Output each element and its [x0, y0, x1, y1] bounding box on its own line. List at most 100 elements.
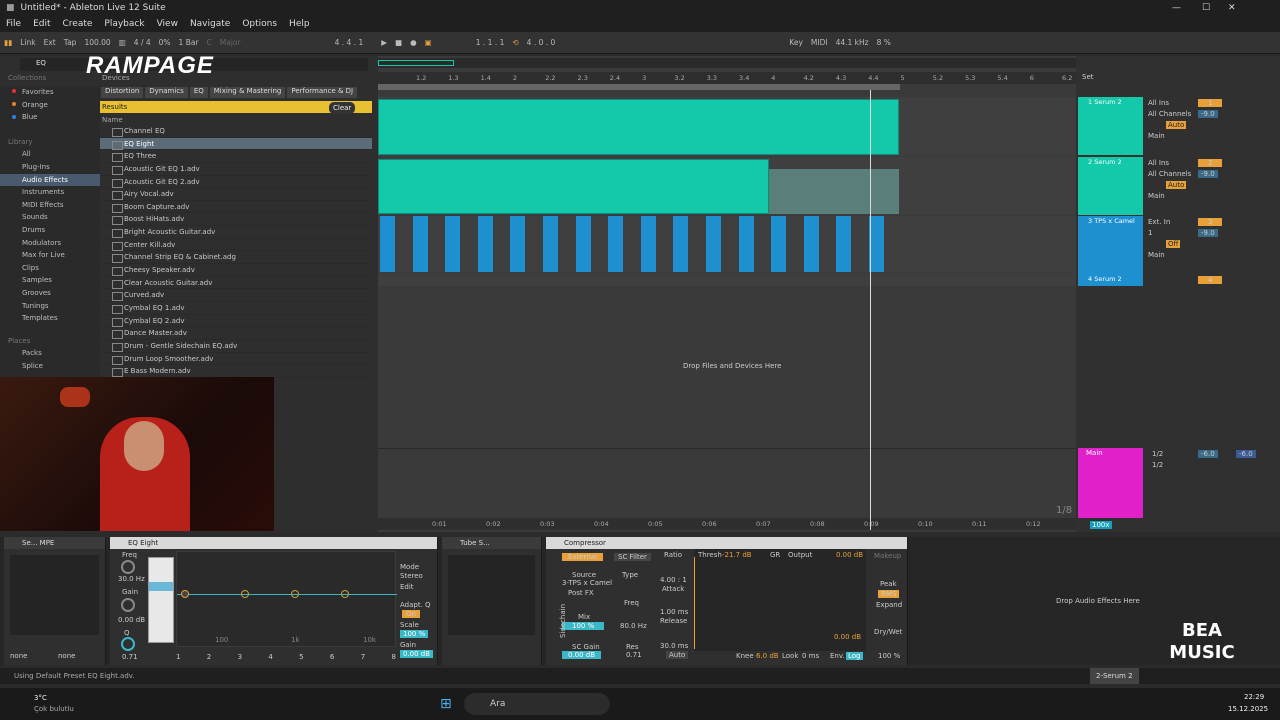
track-volume[interactable]: -9.0: [1198, 229, 1218, 237]
sidebar-grooves[interactable]: Grooves: [0, 287, 100, 300]
menu-navigate[interactable]: Navigate: [184, 19, 236, 29]
audio-clip[interactable]: [445, 216, 461, 272]
track-ch[interactable]: All Channels: [1148, 110, 1191, 118]
sidebar-max-for-live[interactable]: Max for Live: [0, 249, 100, 262]
track-out[interactable]: Main: [1148, 192, 1165, 200]
track-mon[interactable]: Auto: [1166, 181, 1187, 189]
menu-playback[interactable]: Playback: [98, 19, 150, 29]
eq-title[interactable]: EQ Eight: [110, 537, 437, 549]
view-icon[interactable]: ▮▮: [4, 38, 12, 47]
drywet-value[interactable]: 100 %: [878, 652, 900, 660]
list-item[interactable]: Boost HiHats.adv: [100, 213, 372, 227]
main-volume[interactable]: -6.0: [1198, 450, 1218, 458]
list-item[interactable]: Dance Master.adv: [100, 327, 372, 340]
threshold-line[interactable]: [694, 557, 695, 649]
q-knob[interactable]: [121, 637, 135, 651]
external-button[interactable]: External: [562, 553, 604, 561]
sidebar-splice[interactable]: Splice: [0, 360, 100, 373]
track-mon[interactable]: Off: [1166, 240, 1181, 248]
list-item[interactable]: Acoustic Git EQ 1.adv: [100, 163, 372, 176]
audio-clip[interactable]: [640, 216, 656, 272]
menu-edit[interactable]: Edit: [27, 19, 56, 29]
zoom-field[interactable]: 100x: [1090, 521, 1112, 529]
sidebar-drums[interactable]: Drums: [0, 224, 100, 237]
list-item[interactable]: Channel EQ: [100, 125, 372, 138]
track-in[interactable]: Ext. In: [1148, 218, 1170, 226]
clock-date[interactable]: 15.12.2025: [1228, 705, 1268, 713]
audio-clip[interactable]: [706, 216, 721, 272]
list-item[interactable]: Cheesy Speaker.adv: [100, 264, 372, 277]
list-item[interactable]: Channel Strip EQ & Cabinet.adg: [100, 251, 372, 265]
track-out[interactable]: Main: [1148, 251, 1165, 259]
list-item[interactable]: Drum - Gentle Sidechain EQ.adv: [100, 340, 372, 353]
list-item[interactable]: EQ Eight: [100, 137, 372, 151]
tube-title[interactable]: Tube S...: [442, 537, 541, 549]
audio-clip[interactable]: [608, 216, 624, 272]
sidebar-sounds[interactable]: Sounds: [0, 211, 100, 224]
list-item[interactable]: Cymbal EQ 1.adv: [100, 302, 372, 315]
sidebar-instruments[interactable]: Instruments: [0, 186, 100, 199]
band-selector[interactable]: 6: [330, 653, 334, 663]
audio-clip[interactable]: [673, 216, 689, 272]
band-selector[interactable]: 3: [238, 653, 242, 663]
eq-band-point-4[interactable]: [291, 590, 299, 598]
track-number[interactable]: 3: [1198, 218, 1223, 226]
quantize-select[interactable]: 1 Bar: [179, 38, 199, 47]
source-select[interactable]: 3-TPS x Camel: [562, 579, 612, 587]
track-header[interactable]: 2 Serum 2: [1078, 157, 1143, 215]
eq-scale-value[interactable]: 100 %: [400, 630, 429, 638]
loop-brace[interactable]: [378, 84, 900, 90]
filter-performance[interactable]: Performance & DJ: [287, 87, 358, 98]
list-item[interactable]: Clear Acoustic Guitar.adv: [100, 277, 372, 290]
track-ch[interactable]: All Channels: [1148, 170, 1191, 178]
sidebar-templates[interactable]: Templates: [0, 312, 100, 325]
list-item[interactable]: Airy Vocal.adv: [100, 188, 372, 201]
menu-create[interactable]: Create: [57, 19, 99, 29]
minimize-button[interactable]: —: [1172, 3, 1181, 13]
main-io-1[interactable]: 1/2: [1152, 450, 1163, 458]
release-value[interactable]: 30.0 ms: [660, 642, 688, 650]
eq-band-point-5[interactable]: [341, 590, 349, 598]
time-signature[interactable]: 4 / 4: [134, 38, 151, 47]
sidebar-midi-effects[interactable]: MIDI Effects: [0, 199, 100, 212]
makeup-button[interactable]: Makeup: [874, 552, 901, 560]
thresh-value[interactable]: -21.7 dB: [722, 551, 752, 559]
key-select[interactable]: C: [207, 38, 212, 47]
sidebar-packs[interactable]: Packs: [0, 347, 100, 360]
band-selector[interactable]: 7: [361, 653, 365, 663]
record-icon[interactable]: ●: [410, 38, 417, 47]
weather-text[interactable]: Çok bulutlu: [34, 705, 74, 713]
tap-button[interactable]: Tap: [64, 38, 77, 47]
sidebar-plugins[interactable]: Plug-Ins: [0, 161, 100, 174]
main-io-2[interactable]: 1/2: [1152, 461, 1163, 469]
output-value[interactable]: 0.00 dB: [836, 551, 863, 559]
sc-filter-button[interactable]: SC Filter: [614, 553, 651, 561]
track-volume[interactable]: -9.0: [1198, 110, 1218, 118]
name-column-header[interactable]: Name: [102, 116, 123, 124]
eq-band-point-1[interactable]: [181, 590, 189, 598]
eq-adaptq-toggle[interactable]: On: [402, 610, 420, 618]
audio-clip[interactable]: [738, 216, 754, 272]
track-number[interactable]: 4: [1198, 276, 1223, 284]
clear-button[interactable]: Clear: [329, 102, 356, 114]
sidebar-tunings[interactable]: Tunings: [0, 300, 100, 313]
list-item[interactable]: E Bass Modern.adv: [100, 365, 372, 378]
status-track[interactable]: 2-Serum 2: [1090, 668, 1139, 684]
menu-help[interactable]: Help: [283, 19, 316, 29]
track-mon[interactable]: Auto: [1166, 121, 1187, 129]
band-selector[interactable]: 2: [207, 653, 211, 663]
sidebar-modulators[interactable]: Modulators: [0, 237, 100, 250]
mix-value[interactable]: 100 %: [562, 622, 605, 630]
arrangement-position[interactable]: 4 . 4 . 1: [335, 38, 364, 47]
audio-clip[interactable]: [575, 216, 591, 272]
set-button[interactable]: Set: [1082, 73, 1094, 81]
postfx-select[interactable]: Post FX: [568, 589, 594, 597]
metronome-icon[interactable]: ▥: [119, 38, 126, 47]
list-item[interactable]: EQ Three: [100, 150, 372, 163]
band-selector[interactable]: 5: [299, 653, 303, 663]
audio-clip[interactable]: [380, 216, 395, 272]
tempo-field[interactable]: 100.00: [84, 38, 110, 47]
attack-value[interactable]: 1.00 ms: [660, 608, 688, 616]
audio-clip[interactable]: [477, 216, 493, 272]
taskbar-search[interactable]: Ara: [464, 693, 610, 715]
